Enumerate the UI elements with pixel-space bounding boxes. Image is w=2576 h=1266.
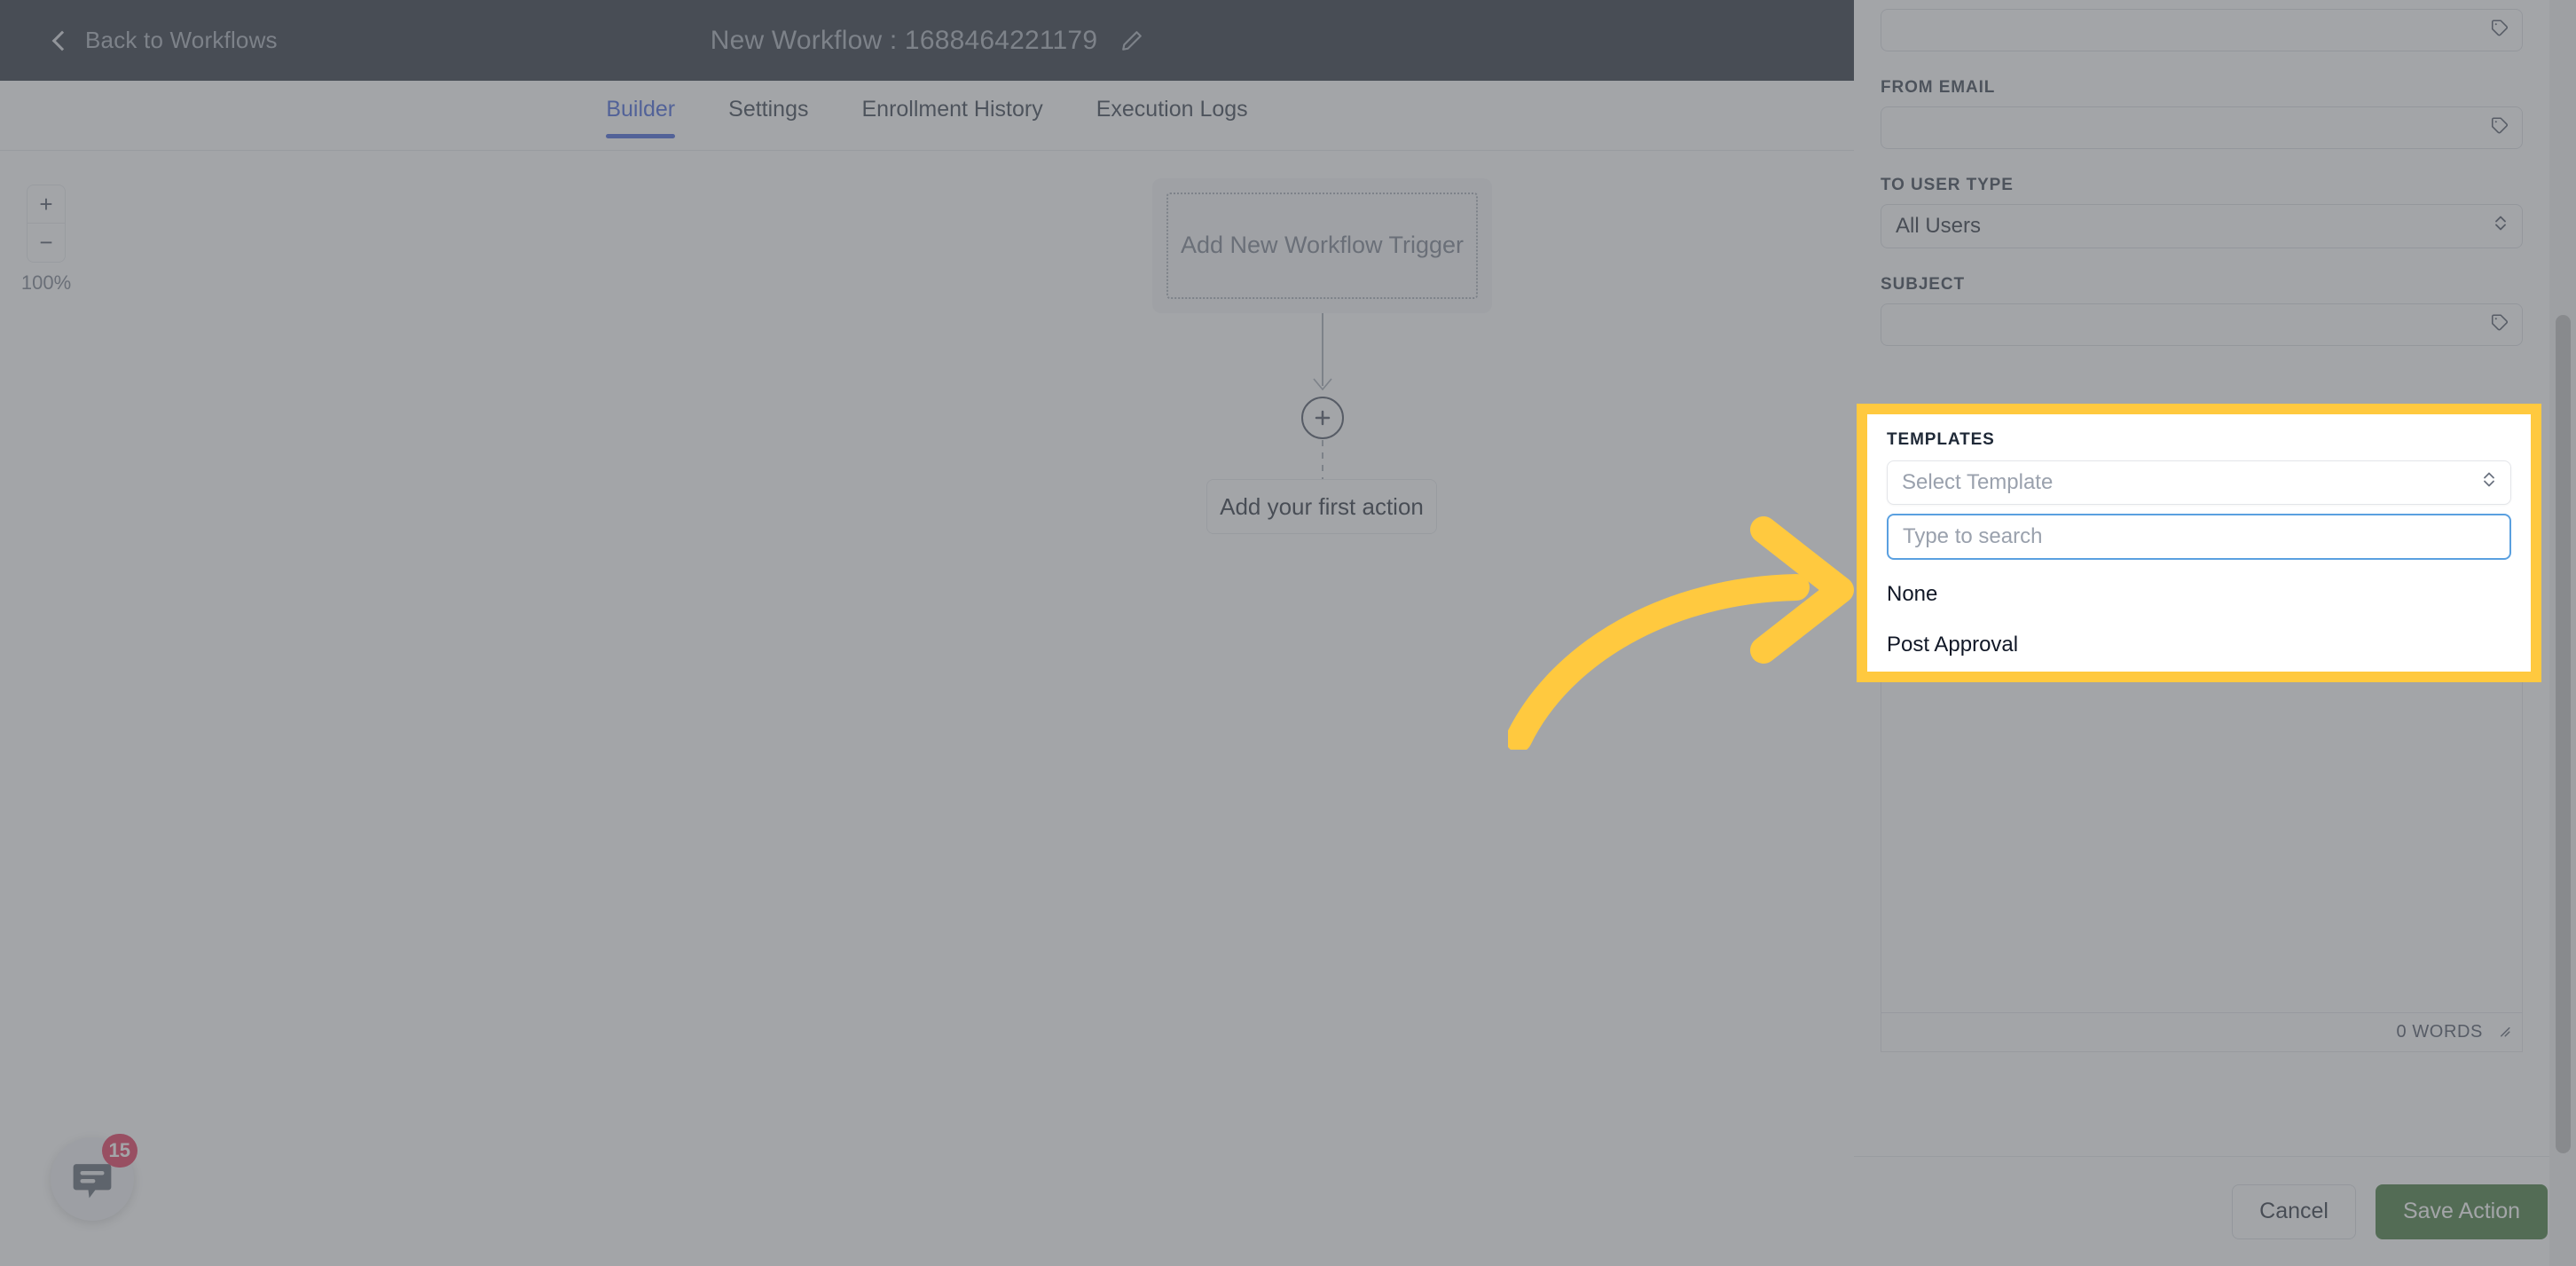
tab-execution-logs[interactable]: Execution Logs — [1096, 97, 1248, 138]
add-workflow-trigger-label: Add New Workflow Trigger — [1166, 193, 1478, 299]
template-option-label: Post Approval — [1887, 632, 2019, 657]
word-count-label: 0 WORDS — [2396, 1022, 2483, 1042]
workflow-canvas[interactable]: + − 100% Add New Workflow Trigger Add yo… — [0, 151, 1854, 1266]
chat-widget[interactable]: 15 — [51, 1134, 137, 1221]
tag-icon[interactable] — [2490, 116, 2509, 140]
template-options-list: None Post Approval Post Approval — [1887, 569, 2511, 672]
zoom-out-label: − — [39, 229, 53, 256]
tab-settings[interactable]: Settings — [728, 97, 808, 138]
template-option-none[interactable]: None — [1887, 569, 2511, 619]
template-option-post-approval-2[interactable]: Post Approval — [1887, 670, 2511, 672]
tab-settings-label: Settings — [728, 97, 809, 122]
field-group-to-user-type: TO USER TYPE All Users — [1881, 176, 2523, 248]
zoom-level-label: 100% — [20, 271, 72, 294]
zoom-in-button[interactable]: + — [27, 185, 66, 224]
to-user-type-value: All Users — [1896, 214, 1982, 238]
main-tabs: Builder Settings Enrollment History Exec… — [0, 81, 1854, 151]
tag-icon[interactable] — [2490, 19, 2509, 43]
chat-unread-badge: 15 — [101, 1134, 137, 1168]
template-option-post-approval-1[interactable]: Post Approval — [1887, 619, 2511, 670]
panel-scrollbar-thumb[interactable] — [2556, 315, 2571, 1153]
chevron-left-icon — [51, 30, 73, 51]
workflow-builder-app: Back to Workflows New Workflow : 1688464… — [0, 0, 1854, 1266]
templates-label: TEMPLATES — [1887, 430, 1995, 449]
field-group-from-email: FROM EMAIL — [1881, 78, 2523, 149]
add-first-action-label: Add your first action — [1220, 492, 1424, 520]
unlabeled-text-input[interactable] — [1881, 9, 2523, 51]
tab-builder-label: Builder — [606, 97, 676, 122]
app-header: Back to Workflows New Workflow : 1688464… — [0, 0, 1854, 81]
to-user-type-label: TO USER TYPE — [1881, 176, 2014, 194]
template-select-placeholder: Select Template — [1902, 470, 2054, 494]
chevron-updown-icon — [2494, 213, 2508, 240]
editor-status-bar: 0 WORDS — [1881, 1013, 2523, 1052]
zoom-controls: + − 100% — [15, 185, 77, 295]
plus-circle-icon — [1315, 410, 1331, 426]
connector-arrowhead — [1313, 378, 1332, 392]
page-title: New Workflow : 1688464221179 — [710, 25, 1098, 55]
tag-icon[interactable] — [2490, 313, 2509, 337]
to-user-type-select[interactable]: All Users — [1881, 204, 2523, 248]
zoom-out-button[interactable]: − — [27, 224, 66, 263]
tab-execution-logs-label: Execution Logs — [1096, 97, 1248, 122]
add-node-button[interactable] — [1301, 397, 1344, 439]
cancel-button-label: Cancel — [2259, 1199, 2329, 1223]
templates-highlight-box: TEMPLATES Select Template Type to search… — [1857, 404, 2541, 682]
tab-enrollment-history[interactable]: Enrollment History — [861, 97, 1042, 138]
subject-label: SUBJECT — [1881, 275, 1965, 294]
subject-input[interactable] — [1881, 303, 2523, 346]
save-action-button-label: Save Action — [2402, 1199, 2520, 1223]
add-first-action-button[interactable]: Add your first action — [1206, 479, 1437, 534]
field-group-subject: SUBJECT — [1881, 275, 2523, 346]
from-email-input[interactable] — [1881, 106, 2523, 149]
cancel-button[interactable]: Cancel — [2232, 1183, 2356, 1239]
connector-line-dashed — [1322, 440, 1323, 479]
email-body-editor[interactable] — [1881, 676, 2523, 1013]
field-group-unlabeled — [1881, 9, 2523, 51]
tab-builder[interactable]: Builder — [606, 97, 675, 138]
back-to-workflows-label: Back to Workflows — [85, 27, 278, 53]
tab-enrollment-history-label: Enrollment History — [861, 97, 1043, 122]
workflow-title-group: New Workflow : 1688464221179 — [0, 0, 1854, 81]
chevron-updown-icon — [2482, 469, 2496, 497]
pencil-icon[interactable] — [1120, 29, 1143, 52]
resize-handle-icon[interactable] — [2495, 1022, 2511, 1043]
back-to-workflows-button[interactable]: Back to Workflows — [51, 27, 278, 54]
from-email-label: FROM EMAIL — [1881, 78, 1996, 97]
template-select[interactable]: Select Template — [1887, 460, 2511, 505]
panel-scrollbar-track[interactable] — [2549, 0, 2576, 1266]
save-action-button[interactable]: Save Action — [2375, 1183, 2548, 1239]
add-workflow-trigger-node[interactable]: Add New Workflow Trigger — [1152, 178, 1492, 313]
zoom-in-label: + — [39, 190, 53, 217]
template-search-placeholder: Type to search — [1903, 524, 2043, 548]
template-option-label: None — [1887, 581, 1938, 606]
panel-footer: Cancel Save Action — [1854, 1156, 2576, 1266]
connector-line — [1322, 313, 1323, 386]
template-search-input[interactable]: Type to search — [1887, 514, 2511, 560]
screen-root: Back to Workflows New Workflow : 1688464… — [0, 0, 2576, 1266]
templates-dropdown-panel: TEMPLATES Select Template Type to search… — [1867, 414, 2531, 672]
